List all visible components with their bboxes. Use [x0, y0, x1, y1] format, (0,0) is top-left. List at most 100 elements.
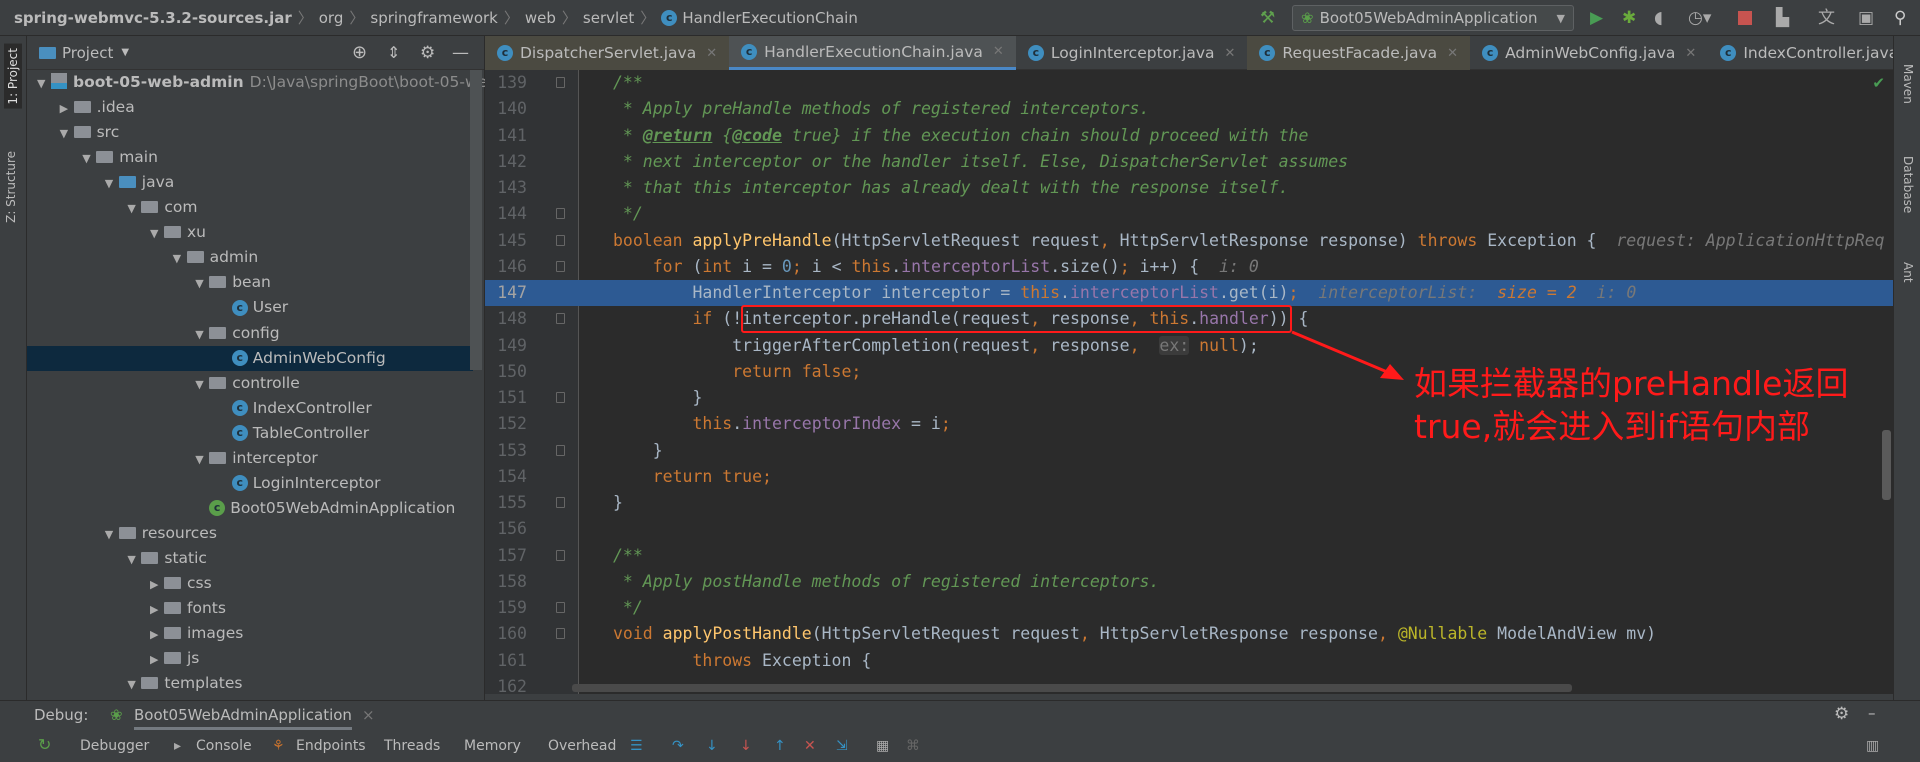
editor-tab[interactable]: cIndexController.java✕ [1708, 36, 1920, 70]
line-number[interactable]: 154 [485, 464, 527, 490]
code-line[interactable]: 149 triggerAfterCompletion(request, resp… [485, 333, 1893, 359]
fold-marker-icon[interactable] [556, 549, 565, 561]
close-tab-icon[interactable]: ✕ [1447, 46, 1458, 61]
tab-debugger[interactable]: Debugger [80, 738, 149, 754]
line-number[interactable]: 158 [485, 569, 527, 595]
expand-arrow-icon[interactable]: ▶ [150, 622, 164, 647]
fold-marker-icon[interactable] [556, 260, 565, 272]
fold-marker-icon[interactable] [556, 77, 565, 88]
stop-icon[interactable] [1738, 11, 1752, 25]
force-step-into-icon[interactable]: ↓ [740, 738, 752, 754]
line-number[interactable]: 162 [485, 674, 527, 694]
editor-vertical-scrollbar[interactable] [1882, 430, 1891, 500]
breadcrumb-springframework[interactable]: springframework [364, 9, 503, 27]
search-icon[interactable]: ⚲ [1894, 8, 1906, 28]
editor-tab[interactable]: c AdminWebConfig.java ✕ [1470, 36, 1708, 70]
expand-arrow-icon[interactable]: ▼ [127, 672, 141, 697]
collapse-all-icon[interactable]: ⇕ [387, 43, 400, 62]
tree-item[interactable]: ▼ java [27, 170, 473, 195]
fold-marker-icon[interactable] [556, 497, 565, 508]
line-number[interactable]: 153 [485, 438, 527, 464]
close-tab-icon[interactable]: ✕ [1685, 46, 1696, 61]
editor-horizontal-scrollbar[interactable] [572, 684, 1572, 692]
code-line[interactable]: 161 throws Exception { [485, 648, 1893, 674]
code-line[interactable]: 146 for (int i = 0; i < this.interceptor… [485, 254, 1893, 280]
structure-tool-tab[interactable]: Z: Structure [4, 151, 18, 223]
locate-target-icon[interactable]: ⊕ [352, 42, 367, 63]
line-number[interactable]: 142 [485, 149, 527, 175]
tree-item[interactable]: c TableController [27, 421, 473, 446]
code-line[interactable]: 147 HandlerInterceptor interceptor = thi… [485, 280, 1893, 306]
tree-item[interactable]: ▼ templates [27, 671, 473, 696]
line-number[interactable]: 156 [485, 516, 527, 542]
tree-item[interactable]: ▶ .idea [27, 95, 473, 120]
tree-item[interactable]: ▼ boot-05-web-admin D:\Java\springBoot\boo… [27, 70, 503, 95]
tree-item[interactable]: ▼ com [27, 195, 473, 220]
close-tab-icon[interactable]: ✕ [993, 44, 1004, 59]
expand-arrow-icon[interactable]: ▼ [195, 447, 209, 472]
expand-arrow-icon[interactable]: ▶ [150, 572, 164, 597]
project-view-select[interactable]: Project [62, 44, 113, 62]
project-structure-icon[interactable]: ▙ [1776, 8, 1789, 28]
endpoints-icon[interactable]: ⚘ [272, 738, 285, 754]
expand-arrow-icon[interactable]: ▶ [150, 597, 164, 622]
evaluate-expression-icon[interactable]: ▦ [876, 738, 889, 754]
line-number[interactable]: 159 [485, 595, 527, 621]
tree-item[interactable]: ▶ images [27, 621, 473, 646]
code-line[interactable]: 159 */ [485, 595, 1893, 621]
expand-arrow-icon[interactable]: ▼ [173, 246, 187, 271]
expand-arrow-icon[interactable]: ▼ [150, 221, 164, 246]
expand-arrow-icon[interactable]: ▼ [195, 271, 209, 296]
editor-tab[interactable]: c HandlerExecutionChain.java ✕ [729, 36, 1016, 70]
tree-item[interactable]: c LoginInterceptor [27, 471, 473, 496]
line-number[interactable]: 146 [485, 254, 527, 280]
gear-icon[interactable]: ⚙ [1834, 704, 1849, 724]
code-line[interactable]: 142 * next interceptor or the handler it… [485, 149, 1893, 175]
line-number[interactable]: 139 [485, 70, 527, 96]
line-number[interactable]: 145 [485, 228, 527, 254]
line-number[interactable]: 144 [485, 201, 527, 227]
tab-memory[interactable]: Memory [464, 738, 521, 754]
line-number[interactable]: 148 [485, 306, 527, 332]
step-over-icon[interactable]: ↷ [672, 738, 684, 754]
step-into-icon[interactable]: ↓ [706, 738, 718, 754]
editor-tab[interactable]: c DispatcherServlet.java ✕ [485, 36, 730, 70]
rerun-icon[interactable]: ↻ [38, 735, 51, 754]
build-hammer-icon[interactable]: ⚒ [1260, 8, 1275, 28]
line-number[interactable]: 161 [485, 648, 527, 674]
code-line[interactable]: 140 * Apply preHandle methods of registe… [485, 96, 1893, 122]
tree-item[interactable]: ▼ interceptor [27, 446, 473, 471]
fold-marker-icon[interactable] [556, 444, 565, 456]
tree-item[interactable]: c Boot05WebAdminApplication [27, 496, 473, 521]
line-number[interactable]: 147 [485, 280, 527, 306]
code-line[interactable]: 157 /** [485, 543, 1893, 569]
breadcrumb-org[interactable]: org [313, 9, 350, 27]
fold-marker-icon[interactable] [556, 313, 565, 325]
fold-marker-icon[interactable] [556, 392, 565, 403]
code-line[interactable]: 145 boolean applyPreHandle(HttpServletReq… [485, 228, 1893, 254]
expand-arrow-icon[interactable]: ▼ [105, 171, 119, 196]
code-line[interactable]: 155} [485, 490, 1893, 516]
project-tool-tab[interactable]: 1: Project [4, 44, 22, 109]
tab-threads[interactable]: Threads [384, 738, 440, 754]
project-scrollbar[interactable] [470, 70, 482, 370]
tree-item[interactable]: ▶ fonts [27, 596, 473, 621]
expand-arrow-icon[interactable]: ▼ [195, 372, 209, 397]
tree-item[interactable]: ▼ bean [27, 270, 473, 295]
fold-marker-icon[interactable] [556, 628, 565, 640]
line-number[interactable]: 149 [485, 333, 527, 359]
line-number[interactable]: 140 [485, 96, 527, 122]
code-line[interactable]: 141 * @return {@code true} if the execut… [485, 123, 1893, 149]
expand-arrow-icon[interactable]: ▶ [150, 647, 164, 672]
hide-panel-icon[interactable]: — [452, 43, 469, 63]
tree-item[interactable]: ▼ config [27, 321, 473, 346]
expand-arrow-icon[interactable]: ▼ [105, 522, 119, 547]
line-number[interactable]: 157 [485, 543, 527, 569]
profile-icon[interactable]: ◷▾ [1688, 8, 1711, 28]
tree-item[interactable]: c AdminWebConfig [27, 345, 473, 371]
tab-endpoints[interactable]: Endpoints [296, 738, 366, 754]
breadcrumb-class[interactable]: c HandlerExecutionChain [655, 9, 864, 27]
tree-item[interactable]: ▶ js [27, 646, 473, 671]
gear-icon[interactable]: ⚙ [420, 43, 435, 63]
breadcrumb-web[interactable]: web [519, 9, 562, 27]
